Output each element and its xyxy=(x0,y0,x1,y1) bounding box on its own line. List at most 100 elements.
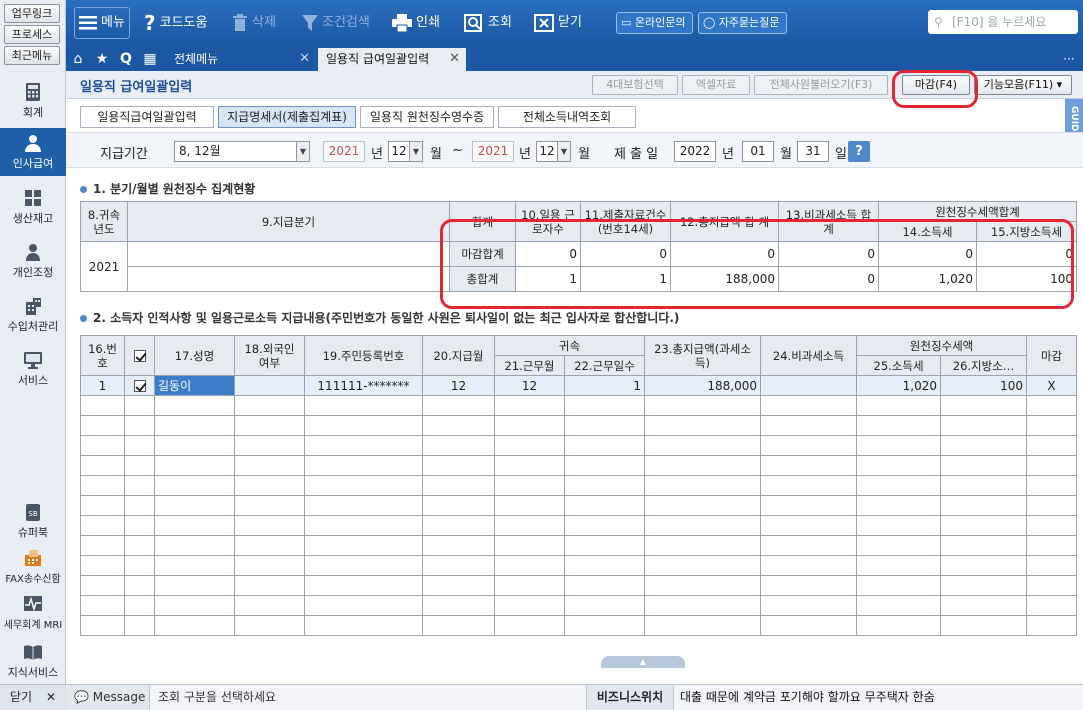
row-checkbox-cell[interactable] xyxy=(124,375,155,396)
table-row[interactable]: 1 길동이 111111-******* 12 12 1 188,000 1,0… xyxy=(80,375,1078,396)
empty-cell[interactable] xyxy=(80,555,125,576)
empty-cell[interactable] xyxy=(563,495,646,516)
table-row-empty[interactable] xyxy=(80,475,1078,496)
empty-cell[interactable] xyxy=(304,555,423,576)
empty-cell[interactable] xyxy=(80,575,125,596)
empty-cell[interactable] xyxy=(494,555,565,576)
empty-cell[interactable] xyxy=(494,395,565,416)
empty-cell[interactable] xyxy=(154,455,235,476)
sidebar-item-accounting[interactable]: 회계 xyxy=(0,78,66,122)
sidebar-item-knowledge[interactable]: 지식서비스 xyxy=(0,642,66,682)
empty-cell[interactable] xyxy=(760,535,858,556)
sidebar-item-mri[interactable]: 세무회계 MRI xyxy=(0,594,66,634)
empty-cell[interactable] xyxy=(563,475,646,496)
empty-cell[interactable] xyxy=(80,435,125,456)
empty-cell[interactable] xyxy=(80,615,125,636)
empty-cell[interactable] xyxy=(304,415,423,436)
empty-cell[interactable] xyxy=(1026,555,1078,576)
subtab-daily-input[interactable]: 일용직급여일괄입력 xyxy=(80,106,214,128)
empty-cell[interactable] xyxy=(124,435,155,456)
quick-business-link-button[interactable]: 업무링크 xyxy=(4,4,60,23)
empty-cell[interactable] xyxy=(124,555,155,576)
empty-cell[interactable] xyxy=(644,615,762,636)
empty-cell[interactable] xyxy=(563,555,646,576)
empty-cell[interactable] xyxy=(940,595,1028,616)
empty-cell[interactable] xyxy=(940,415,1028,436)
empty-cell[interactable] xyxy=(422,435,495,456)
load-all-employees-button[interactable]: 전체사원불러오기(F3) xyxy=(754,75,888,95)
empty-cell[interactable] xyxy=(940,515,1028,536)
empty-cell[interactable] xyxy=(154,495,235,516)
empty-cell[interactable] xyxy=(80,475,125,496)
period-cell[interactable] xyxy=(127,266,450,292)
empty-cell[interactable] xyxy=(494,535,565,556)
empty-cell[interactable] xyxy=(856,415,942,436)
empty-cell[interactable] xyxy=(856,475,942,496)
empty-cell[interactable] xyxy=(760,455,858,476)
table-row-empty[interactable] xyxy=(80,535,1078,556)
submit-year-field[interactable]: 2022 xyxy=(674,141,716,162)
empty-cell[interactable] xyxy=(494,515,565,536)
empty-cell[interactable] xyxy=(856,515,942,536)
empty-cell[interactable] xyxy=(422,495,495,516)
empty-cell[interactable] xyxy=(494,415,565,436)
empty-cell[interactable] xyxy=(644,475,762,496)
empty-cell[interactable] xyxy=(644,575,762,596)
empty-cell[interactable] xyxy=(940,495,1028,516)
subtab-income-history[interactable]: 전체소득내역조회 xyxy=(498,106,636,128)
empty-cell[interactable] xyxy=(760,415,858,436)
empty-cell[interactable] xyxy=(422,515,495,536)
empty-cell[interactable] xyxy=(422,415,495,436)
submit-month-field[interactable]: 01 xyxy=(742,141,774,162)
empty-cell[interactable] xyxy=(563,435,646,456)
empty-cell[interactable] xyxy=(422,575,495,596)
empty-cell[interactable] xyxy=(563,595,646,616)
empty-cell[interactable] xyxy=(234,615,305,636)
table-row-empty[interactable] xyxy=(80,595,1078,616)
empty-cell[interactable] xyxy=(563,535,646,556)
empty-cell[interactable] xyxy=(644,535,762,556)
empty-cell[interactable] xyxy=(80,535,125,556)
empty-cell[interactable] xyxy=(760,515,858,536)
empty-cell[interactable] xyxy=(494,595,565,616)
empty-cell[interactable] xyxy=(856,535,942,556)
empty-cell[interactable] xyxy=(124,535,155,556)
empty-cell[interactable] xyxy=(856,395,942,416)
empty-cell[interactable] xyxy=(234,515,305,536)
empty-cell[interactable] xyxy=(124,395,155,416)
empty-cell[interactable] xyxy=(856,455,942,476)
empty-cell[interactable] xyxy=(940,535,1028,556)
empty-cell[interactable] xyxy=(644,515,762,536)
empty-cell[interactable] xyxy=(644,435,762,456)
subtab-payment-statement[interactable]: 지급명세서(제출집계표) xyxy=(218,106,356,128)
excel-button[interactable]: 엑셀자료 xyxy=(682,75,750,95)
empty-cell[interactable] xyxy=(760,615,858,636)
empty-cell[interactable] xyxy=(494,495,565,516)
empty-cell[interactable] xyxy=(563,575,646,596)
empty-cell[interactable] xyxy=(856,555,942,576)
empty-cell[interactable] xyxy=(856,575,942,596)
empty-cell[interactable] xyxy=(80,395,125,416)
empty-cell[interactable] xyxy=(234,415,305,436)
empty-cell[interactable] xyxy=(304,595,423,616)
empty-cell[interactable] xyxy=(304,535,423,556)
empty-cell[interactable] xyxy=(940,555,1028,576)
empty-cell[interactable] xyxy=(760,575,858,596)
table-row-empty[interactable] xyxy=(80,615,1078,636)
sidebar-item-customer-mgmt[interactable]: 수입처관리 xyxy=(0,296,66,340)
empty-cell[interactable] xyxy=(494,575,565,596)
empty-cell[interactable] xyxy=(154,555,235,576)
empty-cell[interactable] xyxy=(760,555,858,576)
empty-cell[interactable] xyxy=(760,475,858,496)
empty-cell[interactable] xyxy=(80,415,125,436)
table-row-empty[interactable] xyxy=(80,455,1078,476)
name-cell[interactable]: 길동이 xyxy=(154,375,235,396)
to-month-dropdown-icon[interactable]: ▼ xyxy=(557,141,571,162)
tab-all-menu[interactable]: 전체메뉴 ✕ xyxy=(166,48,316,71)
from-month-field[interactable]: 12 xyxy=(388,141,410,162)
empty-cell[interactable] xyxy=(940,575,1028,596)
table-row-empty[interactable] xyxy=(80,515,1078,536)
empty-cell[interactable] xyxy=(124,475,155,496)
sidebar-close-button[interactable]: 닫기 ✕ xyxy=(0,684,66,710)
empty-cell[interactable] xyxy=(304,515,423,536)
